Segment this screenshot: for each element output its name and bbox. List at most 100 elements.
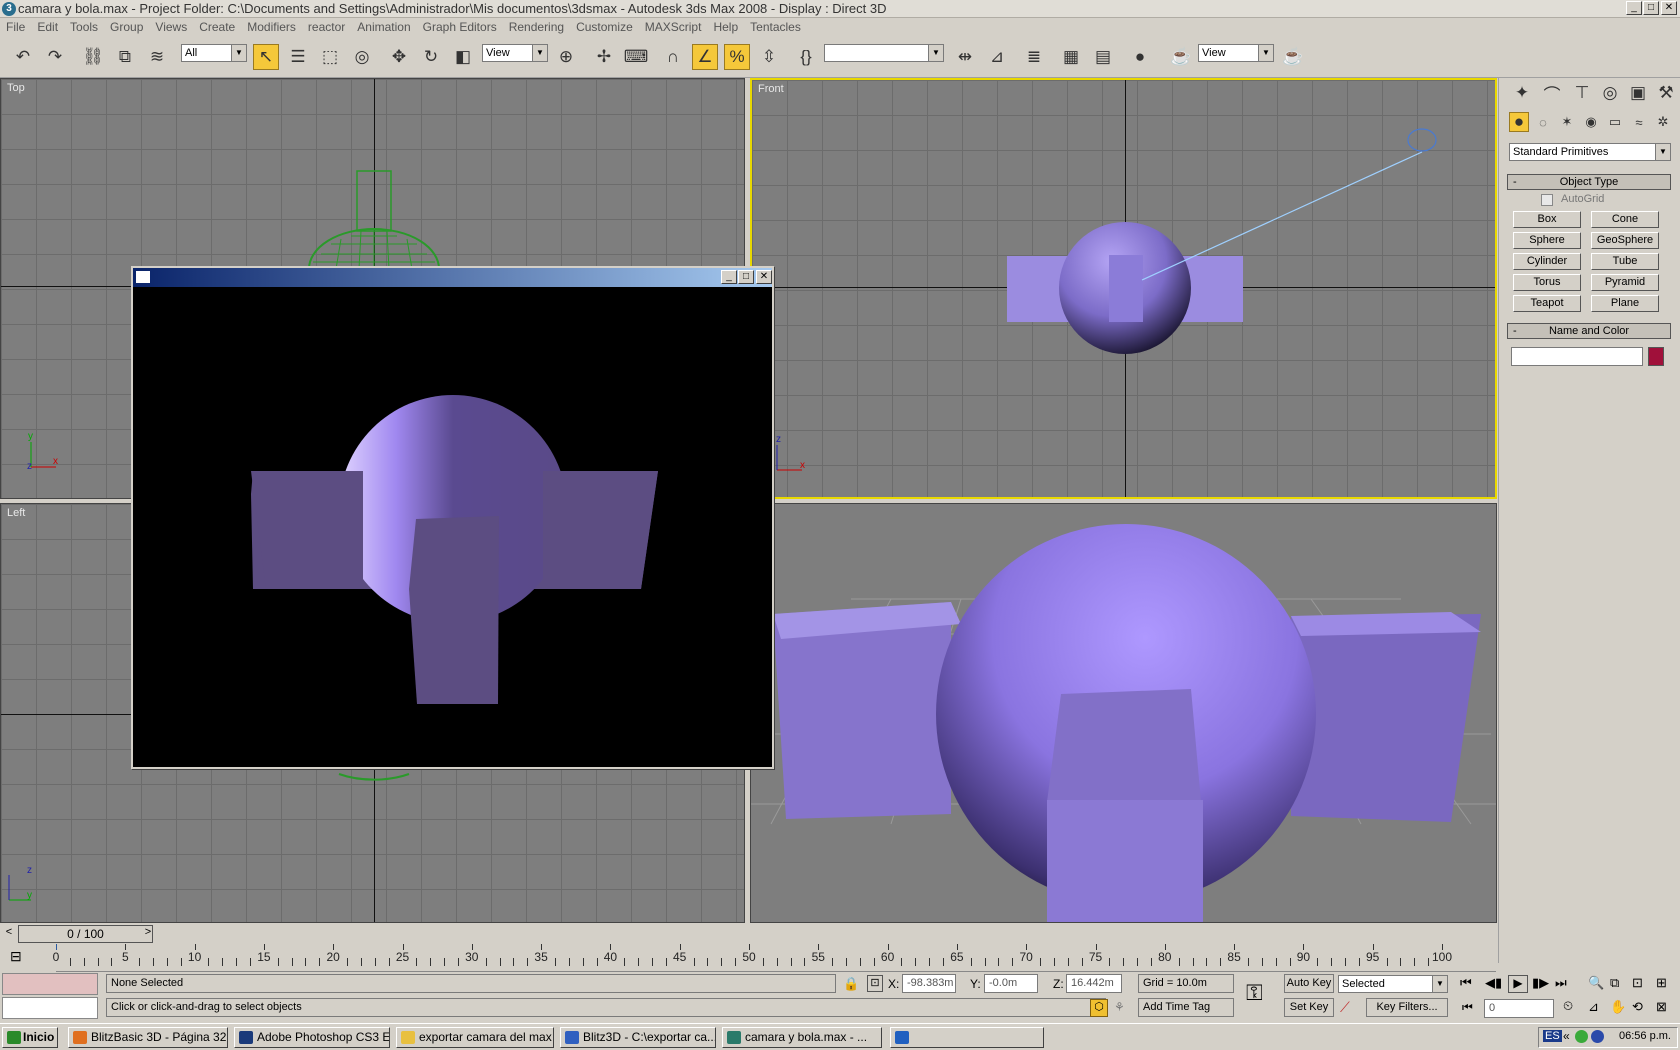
cameras-icon[interactable]: ◉ (1581, 112, 1601, 132)
key-filters-button[interactable]: Key Filters... (1366, 998, 1448, 1017)
key-mode-dropdown[interactable]: Selected ▼ (1338, 975, 1448, 993)
render-window-close-button[interactable]: ✕ (756, 270, 772, 284)
create-tab-icon[interactable]: ✦ (1509, 80, 1535, 106)
lights-icon[interactable]: ✶ (1557, 112, 1577, 132)
clock[interactable]: 06:56 p.m. (1619, 1030, 1671, 1042)
render-setup-icon[interactable]: ☕ (1168, 44, 1194, 70)
display-tab-icon[interactable]: ▣ (1625, 80, 1651, 106)
orbit-icon[interactable]: ⟲ (1632, 999, 1643, 1015)
move-icon[interactable]: ✥ (386, 44, 412, 70)
utilities-tab-icon[interactable]: ⚒ (1653, 80, 1679, 106)
pivot-center-icon[interactable]: ⊕ (553, 44, 579, 70)
menu-rendering[interactable]: Rendering (503, 18, 570, 37)
prev-frame-arrow-icon[interactable]: < (2, 926, 16, 942)
menu-customize[interactable]: Customize (570, 18, 639, 37)
zoom-extents-all-icon[interactable]: ⊞ (1656, 975, 1667, 991)
select-object-icon[interactable]: ↖ (253, 44, 279, 70)
x-coordinate-field[interactable]: -98.383m (902, 974, 956, 993)
selection-lock-icon[interactable]: 🔒 (843, 976, 859, 992)
language-indicator-icon[interactable]: ES (1543, 1030, 1562, 1042)
maximize-button[interactable]: □ (1643, 1, 1659, 15)
create-teapot-button[interactable]: Teapot (1513, 295, 1581, 312)
material-editor-icon[interactable]: ● (1127, 44, 1153, 70)
taskbar-button-blitz3d[interactable]: Blitz3D - C:\exportar ca... (560, 1027, 716, 1048)
start-button[interactable]: Inicio (2, 1027, 58, 1048)
taskbar-button-3dsmax[interactable]: camara y bola.max - ... (722, 1027, 882, 1048)
keyboard-shortcut-icon[interactable]: ⌨ (623, 44, 649, 70)
create-pyramid-button[interactable]: Pyramid (1591, 274, 1659, 291)
object-type-rollout[interactable]: - Object Type (1507, 174, 1671, 190)
set-key-icon[interactable]: ⚿ (1246, 980, 1263, 1006)
maxscript-listener-pink[interactable] (2, 973, 98, 995)
menu-graph-editors[interactable]: Graph Editors (417, 18, 503, 37)
menu-edit[interactable]: Edit (31, 18, 64, 37)
quick-render-icon[interactable]: ☕ (1280, 44, 1306, 70)
curve-editor-icon[interactable]: ▦ (1058, 44, 1084, 70)
bind-space-warp-icon[interactable]: ≋ (144, 44, 170, 70)
time-tag-icon[interactable]: ⬡ (1090, 999, 1108, 1017)
selection-filter-dropdown[interactable]: All ▼ (181, 44, 247, 62)
menu-help[interactable]: Help (707, 18, 744, 37)
create-torus-button[interactable]: Torus (1513, 274, 1581, 291)
taskbar-button-explorer-folder[interactable]: exportar camara del max (396, 1027, 554, 1048)
mirror-icon[interactable]: ⇹ (952, 44, 978, 70)
percent-snap-icon[interactable]: % (724, 44, 750, 70)
create-plane-button[interactable]: Plane (1591, 295, 1659, 312)
previous-frame-icon[interactable]: ◀▮ (1485, 975, 1502, 991)
menu-animation[interactable]: Animation (351, 18, 416, 37)
snaps-toggle-icon[interactable]: ∩ (660, 44, 686, 70)
taskbar-button-blank-window[interactable] (890, 1027, 1044, 1048)
key-mode-toggle-icon[interactable]: ⏮ (1462, 1000, 1473, 1015)
field-of-view-icon[interactable]: ⊿ (1588, 999, 1599, 1015)
hierarchy-tab-icon[interactable]: ⊤ (1569, 80, 1595, 106)
rotate-icon[interactable]: ↻ (418, 44, 444, 70)
create-geosphere-button[interactable]: GeoSphere (1591, 232, 1659, 249)
align-icon[interactable]: ⊿ (984, 44, 1010, 70)
reference-coordinate-dropdown[interactable]: View ▼ (482, 44, 548, 62)
auto-key-button[interactable]: Auto Key (1284, 974, 1334, 993)
select-and-manipulate-icon[interactable]: ✢ (591, 44, 617, 70)
time-configuration-icon[interactable]: ⏲ (1563, 998, 1573, 1014)
select-and-link-icon[interactable]: ⛓ (80, 44, 106, 70)
tray-expand-icon[interactable]: « (1563, 1029, 1570, 1043)
create-tube-button[interactable]: Tube (1591, 253, 1659, 270)
render-preview-window[interactable]: _ □ ✕ (131, 266, 774, 769)
menu-tools[interactable]: Tools (64, 18, 104, 37)
render-window-maximize-button[interactable]: □ (738, 270, 754, 284)
redo-icon[interactable]: ↷ (42, 44, 68, 70)
viewport-perspective[interactable] (750, 503, 1497, 923)
create-cylinder-button[interactable]: Cylinder (1513, 253, 1581, 270)
create-box-button[interactable]: Box (1513, 211, 1581, 228)
absolute-mode-icon[interactable]: ⊡ (867, 975, 883, 992)
geometry-icon[interactable]: ● (1509, 112, 1529, 132)
autogrid-checkbox[interactable] (1541, 194, 1553, 206)
minimize-button[interactable]: _ (1626, 1, 1642, 15)
name-and-color-rollout[interactable]: - Name and Color (1507, 323, 1671, 339)
motion-tab-icon[interactable]: ◎ (1597, 80, 1623, 106)
go-to-end-icon[interactable]: ⏭ (1555, 975, 1567, 991)
add-time-tag-button[interactable]: Add Time Tag (1138, 998, 1234, 1017)
window-crossing-icon[interactable]: ◎ (349, 44, 375, 70)
current-frame-field[interactable]: 0 (1484, 999, 1554, 1018)
create-cone-button[interactable]: Cone (1591, 211, 1659, 228)
create-sphere-button[interactable]: Sphere (1513, 232, 1581, 249)
angle-snap-icon[interactable]: ∠ (692, 44, 718, 70)
tray-network-icon[interactable] (1591, 1030, 1604, 1043)
undo-icon[interactable]: ↶ (10, 44, 36, 70)
object-name-field[interactable] (1511, 347, 1643, 366)
go-to-start-icon[interactable]: ⏮ (1460, 975, 1472, 991)
play-icon[interactable]: ▶ (1508, 975, 1528, 993)
track-bar[interactable]: ⊟ 0 5 10 15 20 25 30 35 40 45 50 55 60 65 70 75 80 85 90 95… (0, 944, 1497, 972)
menu-maxscript[interactable]: MAXScript (639, 18, 708, 37)
menu-tentacles[interactable]: Tentacles (744, 18, 807, 37)
layer-manager-icon[interactable]: ≣ (1021, 44, 1047, 70)
spinner-snap-icon[interactable]: ⇳ (756, 44, 782, 70)
systems-icon[interactable]: ✲ (1653, 112, 1673, 132)
taskbar-button-firefox[interactable]: BlitzBasic 3D - Página 32 ... (68, 1027, 228, 1048)
menu-create[interactable]: Create (193, 18, 241, 37)
menu-group[interactable]: Group (104, 18, 149, 37)
tray-app-icon[interactable] (1575, 1030, 1588, 1043)
taskbar-button-photoshop[interactable]: Adobe Photoshop CS3 E... (234, 1027, 390, 1048)
set-key-button[interactable]: Set Key (1284, 998, 1334, 1017)
category-dropdown[interactable]: Standard Primitives ▼ (1509, 143, 1671, 161)
